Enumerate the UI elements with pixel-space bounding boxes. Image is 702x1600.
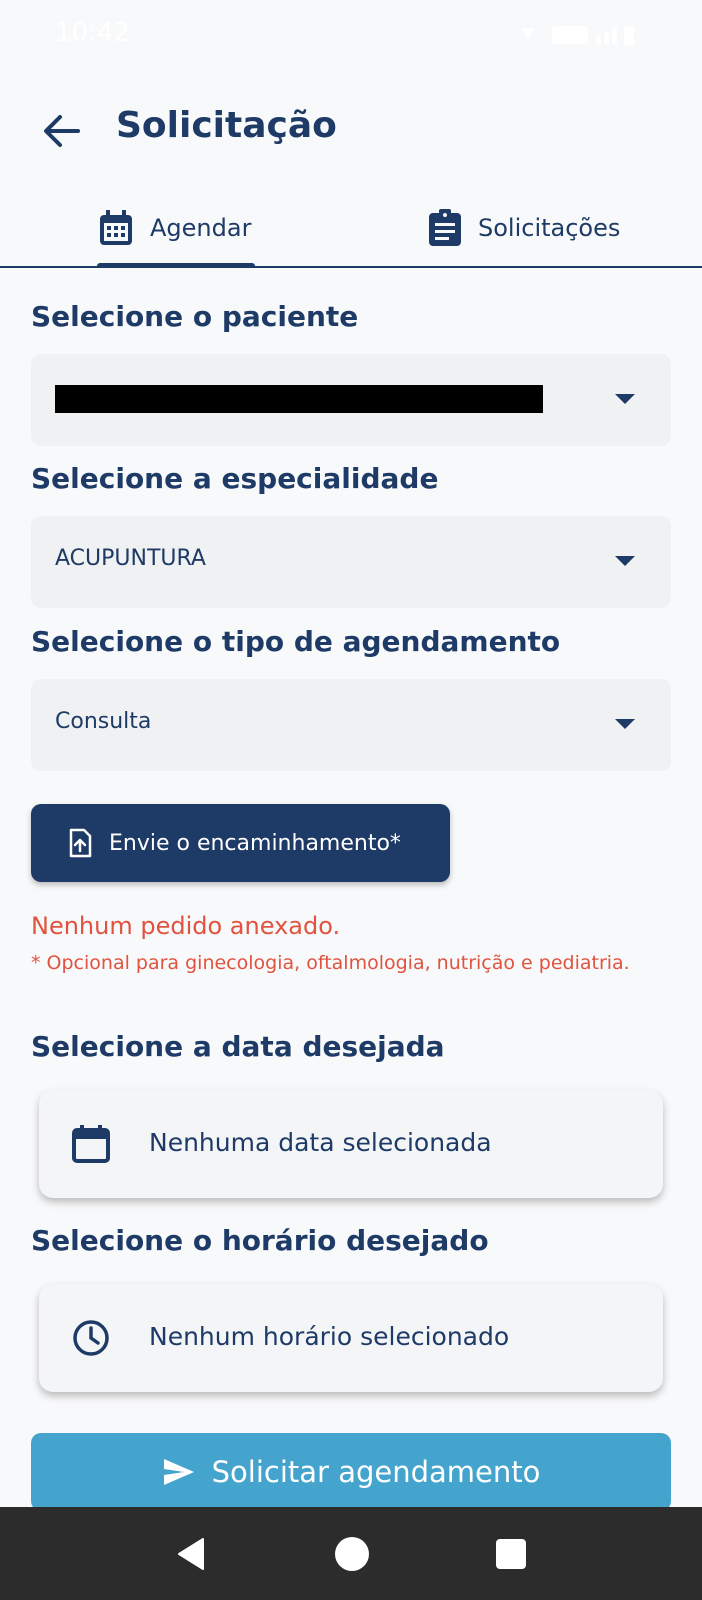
dropdown-caret-icon (615, 719, 635, 729)
time-picker[interactable]: Nenhum horário selecionado (39, 1284, 663, 1392)
upload-referral-button[interactable]: Envie o encaminhamento* (31, 804, 450, 882)
page-title: Solicitação (116, 105, 337, 146)
specialty-value: ACUPUNTURA (55, 546, 206, 571)
no-attachment-error: Nenhum pedido anexado. (31, 912, 341, 940)
dropdown-caret-icon (615, 394, 635, 404)
upload-file-icon (69, 828, 92, 858)
nav-recents-icon[interactable] (496, 1539, 526, 1569)
specialty-label: Selecione a especialidade (31, 462, 439, 495)
date-picker[interactable]: Nenhuma data selecionada (39, 1090, 663, 1198)
patient-label: Selecione o paciente (31, 300, 359, 333)
status-bar: 10:42 (0, 0, 702, 72)
upload-label: Envie o encaminhamento* (109, 830, 401, 856)
tab-agendar[interactable]: Agendar (98, 190, 251, 266)
system-nav-bar (0, 1507, 702, 1600)
date-label: Selecione a data desejada (31, 1030, 445, 1063)
submit-label: Solicitar agendamento (211, 1455, 541, 1489)
patient-select[interactable] (31, 354, 671, 446)
submit-request-button[interactable]: Solicitar agendamento (31, 1433, 671, 1511)
tab-bar: Agendar Solicitações (0, 190, 702, 268)
tab-solicitacoes[interactable]: Solicitações (428, 190, 620, 266)
send-icon (163, 1459, 194, 1485)
calendar-icon (100, 210, 132, 245)
clipboard-icon (429, 209, 461, 246)
status-icons (522, 26, 634, 46)
tab-label: Agendar (150, 214, 252, 242)
status-time: 10:42 (55, 18, 130, 48)
calendar-icon (72, 1125, 110, 1163)
appointment-type-label: Selecione o tipo de agendamento (31, 625, 561, 658)
tab-label: Solicitações (478, 214, 621, 242)
appointment-type-value: Consulta (55, 709, 152, 734)
nav-back-icon[interactable] (175, 1537, 207, 1571)
date-value: Nenhuma data selecionada (149, 1128, 492, 1157)
time-label: Selecione o horário desejado (31, 1224, 489, 1257)
time-value: Nenhum horário selecionado (149, 1322, 510, 1351)
tab-indicator (97, 263, 255, 268)
specialty-select[interactable]: ACUPUNTURA (31, 516, 671, 608)
dropdown-caret-icon (615, 556, 635, 566)
redacted-patient-name (55, 385, 543, 413)
nav-home-icon[interactable] (335, 1537, 369, 1571)
clock-icon (73, 1320, 109, 1356)
optional-hint: * Opcional para ginecologia, oftalmologi… (31, 952, 630, 974)
appointment-type-select[interactable]: Consulta (31, 679, 671, 771)
back-arrow-icon[interactable] (38, 107, 86, 155)
app-header: Solicitação (0, 95, 702, 165)
